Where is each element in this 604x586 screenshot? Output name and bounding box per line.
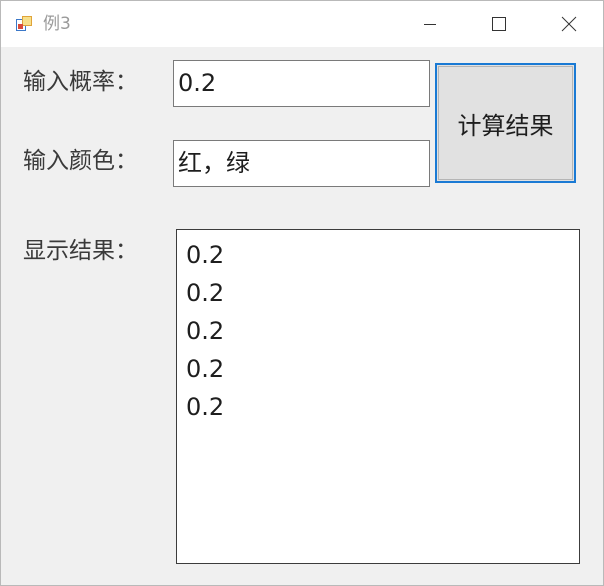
list-item[interactable]: 0.2 xyxy=(186,312,579,350)
close-icon xyxy=(561,16,577,32)
result-label: 显示结果： xyxy=(23,238,138,264)
app-form-icon xyxy=(15,15,33,33)
maximize-button[interactable] xyxy=(464,1,534,47)
list-item[interactable]: 0.2 xyxy=(186,388,579,426)
probability-label: 输入概率： xyxy=(23,69,138,95)
list-item[interactable]: 0.2 xyxy=(186,236,579,274)
color-label: 输入颜色： xyxy=(23,148,138,174)
color-input[interactable]: 红，绿 xyxy=(173,140,430,187)
minimize-button[interactable] xyxy=(395,1,465,47)
maximize-icon xyxy=(492,17,506,31)
title-bar[interactable]: 例3 xyxy=(1,1,603,47)
app-window: 例3 输入概率： 0.2 输入颜色： 红，绿 计算结果 显示结果： 0.2 0. xyxy=(0,0,604,586)
calculate-button[interactable]: 计算结果 xyxy=(435,63,576,183)
close-button[interactable] xyxy=(533,1,603,47)
list-item[interactable]: 0.2 xyxy=(186,274,579,312)
result-listbox[interactable]: 0.2 0.2 0.2 0.2 0.2 xyxy=(176,229,580,564)
window-title: 例3 xyxy=(43,14,71,34)
list-item[interactable]: 0.2 xyxy=(186,350,579,388)
minimize-icon xyxy=(424,24,436,25)
calculate-button-label: 计算结果 xyxy=(457,111,554,140)
probability-input[interactable]: 0.2 xyxy=(173,60,430,107)
calculate-button-face: 计算结果 xyxy=(438,66,573,180)
